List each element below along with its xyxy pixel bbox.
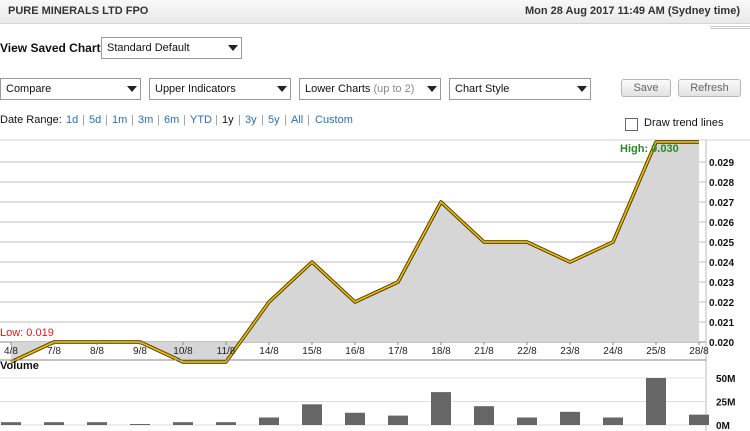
y-tick-label: 0.029 — [709, 158, 734, 169]
volume-bar — [388, 415, 408, 425]
x-tick-label: 10/8 — [173, 346, 193, 357]
x-tick-label: 23/8 — [560, 346, 580, 357]
y-tick-label: 0.024 — [709, 258, 734, 269]
price-area — [11, 142, 699, 362]
y-tick-label: 0.023 — [709, 278, 734, 289]
y-tick-label: 0.026 — [709, 218, 734, 229]
x-tick-label: 11/8 — [217, 346, 236, 357]
y-tick-label: 0.028 — [709, 178, 734, 189]
x-tick-label: 15/8 — [302, 346, 322, 357]
volume-bar — [560, 411, 580, 425]
high-label: High: 0.030 — [620, 143, 679, 155]
x-tick-label: 14/8 — [259, 346, 279, 357]
x-tick-label: 25/8 — [646, 346, 666, 357]
x-tick-label: 7/8 — [47, 346, 61, 357]
y-tick-label: 0.025 — [709, 238, 734, 249]
price-volume-chart: 0.029 0.028 0.027 0.026 0.025 0.024 0.023 0.022… — [0, 139, 750, 431]
volume-bar — [1, 422, 21, 425]
x-tick-label: 4/8 — [4, 346, 18, 357]
x-tick-label: 8/8 — [90, 346, 104, 357]
x-tick-label: 9/8 — [133, 346, 147, 357]
volume-label: Volume — [0, 360, 39, 372]
x-tick-label: 18/8 — [431, 346, 451, 357]
volume-tick-label: 25M — [716, 398, 735, 409]
volume-bar — [173, 422, 193, 425]
y-tick-label: 0.020 — [709, 338, 734, 349]
x-tick-label: 17/8 — [388, 346, 408, 357]
volume-bar — [259, 417, 279, 425]
x-tick-label: 21/8 — [474, 346, 494, 357]
x-tick-label: 22/8 — [517, 346, 537, 357]
volume-bar — [603, 417, 623, 425]
volume-bar — [689, 414, 709, 425]
volume-bar — [345, 412, 365, 425]
y-tick-label: 0.027 — [709, 198, 734, 209]
x-tick-label: 24/8 — [603, 346, 623, 357]
volume-bar — [302, 404, 322, 425]
volume-tick-label: 50M — [716, 374, 735, 385]
volume-bar — [130, 424, 150, 425]
low-label: Low: 0.019 — [0, 327, 54, 339]
x-tick-label: 16/8 — [345, 346, 365, 357]
volume-bar — [216, 422, 236, 425]
x-tick-label: 28/8 — [689, 346, 709, 357]
volume-bar — [646, 378, 666, 425]
volume-bar — [44, 422, 64, 425]
volume-bar — [474, 406, 494, 425]
volume-tick-label: 0M — [716, 421, 730, 431]
volume-bar — [431, 392, 451, 425]
volume-bar — [87, 422, 107, 425]
volume-bar — [517, 417, 537, 425]
y-tick-label: 0.021 — [709, 318, 734, 329]
y-tick-label: 0.022 — [709, 298, 734, 309]
